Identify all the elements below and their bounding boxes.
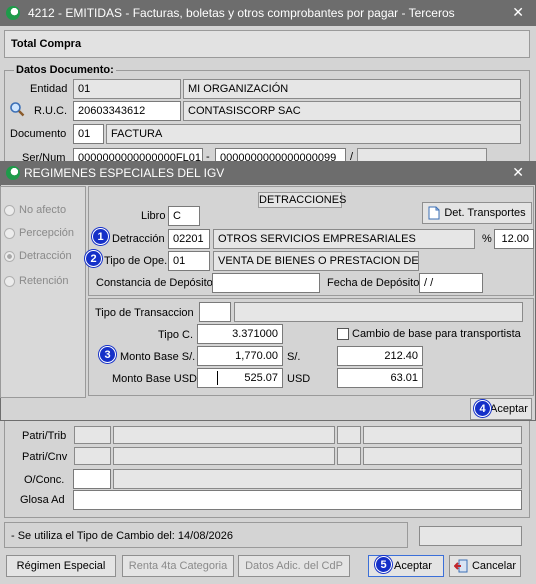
text-cursor — [217, 371, 218, 385]
soles-label: S/. — [287, 351, 301, 363]
tipo-ope-label: Tipo de Ope. — [104, 255, 168, 267]
main-titlebar: 4212 - EMITIDAS - Facturas, boletas y ot… — [0, 0, 536, 26]
oconc-label: O/Conc. — [24, 474, 65, 486]
total-compra-label: Total Compra — [11, 38, 82, 50]
oconc-code-field[interactable] — [73, 469, 111, 489]
glosa-label: Glosa Ad — [20, 494, 65, 506]
oconc-name-field — [113, 469, 522, 489]
tipo-c-label: Tipo C. — [158, 329, 194, 341]
dialog-close-icon[interactable]: ✕ — [512, 164, 524, 181]
tipo-cambio-panel: - Se utiliza el Tipo de Cambio del: 14/0… — [4, 522, 408, 548]
radio-no-afecto-dot — [4, 204, 15, 216]
ruc-label: R.U.C. — [34, 105, 67, 117]
percent-symbol: % — [482, 233, 492, 245]
usd-label: USD — [287, 373, 311, 385]
patri-trib-name — [113, 426, 335, 444]
radio-percepcion[interactable]: Percepción — [4, 227, 74, 239]
entidad-name-field: MI ORGANIZACIÓN — [183, 79, 521, 99]
monto-base-usd-field[interactable]: 525.07 — [197, 368, 283, 388]
monto-base-soles-field[interactable]: 1,770.00 — [197, 346, 283, 366]
regimen-radio-panel — [0, 186, 86, 398]
radio-detraccion-label: Detracción — [19, 250, 72, 262]
constancia-field[interactable] — [212, 273, 320, 293]
fecha-deposito-field[interactable]: / / — [419, 273, 483, 293]
cambio-base-label: Cambio de base para transportista — [352, 328, 521, 340]
percent-field[interactable]: 12.00 — [494, 229, 534, 249]
radio-no-afecto-label: No afecto — [19, 204, 67, 216]
documento-code-field[interactable]: 01 — [73, 124, 104, 144]
patri-cnv-code — [74, 447, 111, 465]
tipo-ope-code-field[interactable]: 01 — [168, 251, 210, 271]
radio-retencion-dot — [4, 275, 15, 287]
badge-1: 1 — [92, 228, 109, 245]
tipo-cambio-box — [419, 526, 522, 546]
dialog-titlebar: REGIMENES ESPECIALES DEL IGV ✕ — [0, 161, 536, 185]
badge-4: 4 — [474, 400, 491, 417]
search-icon[interactable] — [9, 101, 25, 117]
badge-5: 5 — [375, 556, 392, 573]
ruc-field[interactable]: 20603343612 — [73, 101, 181, 121]
soles-field[interactable]: 212.40 — [337, 346, 423, 366]
total-compra-panel: Total Compra — [4, 30, 530, 58]
main-aceptar-label: Aceptar — [394, 560, 432, 572]
tipo-transaccion-name-field — [234, 302, 523, 322]
radio-retencion[interactable]: Retención — [4, 275, 69, 287]
patri-trib-label: Patri/Trib — [22, 430, 67, 442]
main-window-title: 4212 - EMITIDAS - Facturas, boletas y ot… — [28, 6, 455, 20]
det-transportes-label: Det. Transportes — [444, 207, 526, 219]
datos-documento-legend: Datos Documento: — [14, 64, 116, 76]
usd-field[interactable]: 63.01 — [337, 368, 423, 388]
tipo-cambio-note: - Se utiliza el Tipo de Cambio del: 14/0… — [11, 530, 233, 542]
radio-percepcion-label: Percepción — [19, 227, 75, 239]
document-icon — [428, 206, 440, 220]
constancia-label: Constancia de Depósito — [96, 277, 213, 289]
patri-cnv-code2 — [337, 447, 361, 465]
regimen-especial-button[interactable]: Régimen Especial — [6, 555, 116, 577]
patri-cnv-label: Patri/Cnv — [22, 451, 68, 463]
entidad-code-field[interactable]: 01 — [73, 79, 181, 99]
radio-detraccion[interactable]: Detracción — [4, 250, 72, 262]
tipo-transaccion-label: Tipo de Transaccion — [95, 307, 194, 319]
patri-trib-code — [74, 426, 111, 444]
datos-adic-button[interactable]: Datos Adic. del CdP — [238, 555, 350, 577]
radio-percepcion-dot — [4, 227, 15, 239]
radio-no-afecto[interactable]: No afecto — [4, 204, 66, 216]
libro-field[interactable]: C — [168, 206, 200, 226]
radio-detraccion-dot — [4, 250, 15, 262]
patri-cnv-name2 — [363, 447, 522, 465]
patri-trib-name2 — [363, 426, 522, 444]
libro-label: Libro — [141, 210, 166, 222]
documento-label: Documento — [10, 128, 67, 140]
detraccion-code-field[interactable]: 02201 — [168, 229, 210, 249]
main-close-icon[interactable]: ✕ — [512, 4, 524, 21]
dialog-logo-icon — [6, 166, 20, 180]
patri-trib-code2 — [337, 426, 361, 444]
detraccion-label: Detracción — [112, 233, 165, 245]
app-logo-icon — [6, 6, 20, 20]
fecha-deposito-label: Fecha de Depósito — [327, 277, 420, 289]
cancel-exit-icon — [453, 559, 468, 573]
radio-retencion-label: Retención — [19, 275, 69, 287]
monto-base-soles-label: Monto Base S/. — [120, 351, 196, 363]
tipo-ope-name-field: VENTA DE BIENES O PRESTACION DE SEI — [213, 251, 419, 271]
renta-4ta-button[interactable]: Renta 4ta Categoria — [122, 555, 234, 577]
patri-cnv-name — [113, 447, 335, 465]
tipo-c-field[interactable]: 3.371000 — [197, 324, 283, 344]
documento-name-field: FACTURA — [106, 124, 521, 144]
monto-base-usd-label: Monto Base USD — [112, 373, 197, 385]
detraccion-name-field: OTROS SERVICIOS EMPRESARIALES — [213, 229, 475, 249]
cancelar-button[interactable]: Cancelar — [449, 555, 521, 577]
entidad-label: Entidad — [30, 83, 68, 95]
badge-2: 2 — [85, 250, 102, 267]
detracciones-header: DETRACCIONES — [258, 192, 347, 208]
det-transportes-button[interactable]: Det. Transportes — [422, 202, 532, 224]
glosa-field[interactable] — [73, 490, 522, 510]
dialog-aceptar-label: Aceptar — [490, 403, 528, 415]
cancelar-label: Cancelar — [471, 560, 517, 572]
tipo-transaccion-code-field[interactable] — [199, 302, 231, 322]
dialog-title: REGIMENES ESPECIALES DEL IGV — [24, 166, 225, 180]
ruc-name-field: CONTASISCORP SAC — [183, 101, 521, 121]
badge-3: 3 — [99, 346, 116, 363]
cambio-base-checkbox[interactable] — [337, 328, 349, 340]
